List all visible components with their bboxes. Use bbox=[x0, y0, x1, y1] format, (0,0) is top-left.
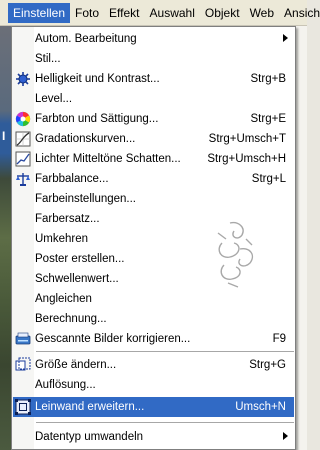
menu-item-shortcut: Umsch+N bbox=[235, 401, 286, 413]
watermark-graphic bbox=[217, 221, 254, 288]
menu-item-leinwand-erweitern[interactable]: Leinwand erweitern... Umsch+N bbox=[13, 397, 294, 417]
menu-item-shortcut: Strg+G bbox=[249, 359, 286, 371]
menu-separator bbox=[36, 351, 294, 352]
menu-item-shortcut: Strg+L bbox=[251, 173, 286, 185]
menu-objekt[interactable]: Objekt bbox=[200, 3, 245, 23]
menu-item-label: Helligkeit und Kontrast... bbox=[35, 73, 160, 85]
menu-ansicht[interactable]: Ansich bbox=[279, 3, 320, 23]
menu-separator bbox=[36, 422, 294, 423]
menu-auswahl[interactable]: Auswahl bbox=[145, 3, 200, 23]
menu-item-farbton-saettigung[interactable]: Farbton und Sättigung... Strg+E bbox=[13, 109, 294, 129]
menu-item-farbbalance[interactable]: Farbbalance... Strg+L bbox=[13, 169, 294, 189]
menu-bar: Einstellen Foto Effekt Auswahl Objekt We… bbox=[0, 0, 320, 26]
levels-graph-icon bbox=[15, 151, 31, 167]
menu-item-shortcut: Strg+B bbox=[250, 73, 286, 85]
menu-web[interactable]: Web bbox=[245, 3, 279, 23]
canvas-icon bbox=[15, 399, 31, 415]
menu-item-helligkeit-kontrast[interactable]: Helligkeit und Kontrast... Strg+B bbox=[13, 69, 294, 89]
scanner-icon bbox=[15, 331, 31, 347]
menu-item-shortcut: Strg+Umsch+H bbox=[207, 153, 286, 165]
menu-item-aufloesung[interactable]: Auflösung... bbox=[13, 375, 294, 395]
menu-item-label: Berechnung... bbox=[35, 313, 107, 325]
menu-item-lichter-mitteltoene-schatten[interactable]: Lichter Mitteltöne Schatten... Strg+Umsc… bbox=[13, 149, 294, 169]
menu-item-label: Größe ändern... bbox=[35, 359, 117, 371]
menu-item-berechnung[interactable]: Berechnung... bbox=[13, 309, 294, 329]
menu-item-stil[interactable]: Stil... bbox=[13, 49, 294, 69]
menu-item-label: Auflösung... bbox=[35, 379, 96, 391]
menu-item-label: Farbbalance... bbox=[35, 173, 109, 185]
menu-item-label: Umkehren bbox=[35, 233, 89, 245]
menu-item-angleichen[interactable]: Angleichen bbox=[13, 289, 294, 309]
menu-item-farbeinstellungen[interactable]: Farbeinstellungen... bbox=[13, 189, 294, 209]
curves-icon bbox=[15, 131, 31, 147]
background-photo-label: I bbox=[2, 129, 6, 143]
menu-item-label: Level... bbox=[35, 93, 73, 105]
menu-foto[interactable]: Foto bbox=[70, 3, 104, 23]
menu-item-gescannte-bilder-korrigieren[interactable]: Gescannte Bilder korrigieren... F9 bbox=[13, 329, 294, 349]
resize-icon bbox=[15, 357, 31, 373]
menu-item-label: Autom. Bearbeitung bbox=[35, 33, 137, 45]
menu-item-label: Lichter Mitteltöne Schatten... bbox=[35, 153, 181, 165]
menu-item-level[interactable]: Level... bbox=[13, 89, 294, 109]
menu-item-label: Poster erstellen... bbox=[35, 253, 125, 265]
submenu-arrow-icon bbox=[283, 34, 288, 42]
menu-item-groesse-aendern[interactable]: Größe ändern... Strg+G bbox=[13, 355, 294, 375]
menu-item-label: Farbton und Sättigung... bbox=[35, 113, 159, 125]
menu-item-shortcut: Strg+Umsch+T bbox=[208, 133, 286, 145]
menu-einstellen[interactable]: Einstellen bbox=[8, 2, 71, 23]
menu-item-label: Gradationskurven... bbox=[35, 133, 136, 145]
menu-item-label: Farbeinstellungen... bbox=[35, 193, 137, 205]
menu-item-label: Schwellenwert... bbox=[35, 273, 119, 285]
submenu-arrow-icon bbox=[283, 432, 288, 440]
menu-item-label: Leinwand erweitern... bbox=[35, 401, 145, 413]
menu-item-shortcut: Strg+E bbox=[250, 113, 286, 125]
einstellen-dropdown-menu: Autom. Bearbeitung Stil... Helligkeit un… bbox=[11, 26, 296, 450]
menu-item-gradationskurven[interactable]: Gradationskurven... Strg+Umsch+T bbox=[13, 129, 294, 149]
sun-icon bbox=[15, 71, 31, 87]
menu-item-autom-bearbeitung[interactable]: Autom. Bearbeitung bbox=[13, 29, 294, 49]
menu-item-label: Stil... bbox=[35, 53, 61, 65]
color-balance-icon bbox=[15, 171, 31, 187]
menu-item-datentyp-umwandeln[interactable]: Datentyp umwandeln bbox=[13, 427, 294, 447]
menu-effekt[interactable]: Effekt bbox=[104, 3, 144, 23]
menu-item-shortcut: F9 bbox=[272, 333, 286, 345]
color-wheel-icon bbox=[15, 111, 31, 127]
menu-item-label: Gescannte Bilder korrigieren... bbox=[35, 333, 191, 345]
menu-item-label: Farbersatz... bbox=[35, 213, 100, 225]
menu-item-label: Angleichen bbox=[35, 293, 92, 305]
menu-item-label: Datentyp umwandeln bbox=[35, 431, 144, 443]
